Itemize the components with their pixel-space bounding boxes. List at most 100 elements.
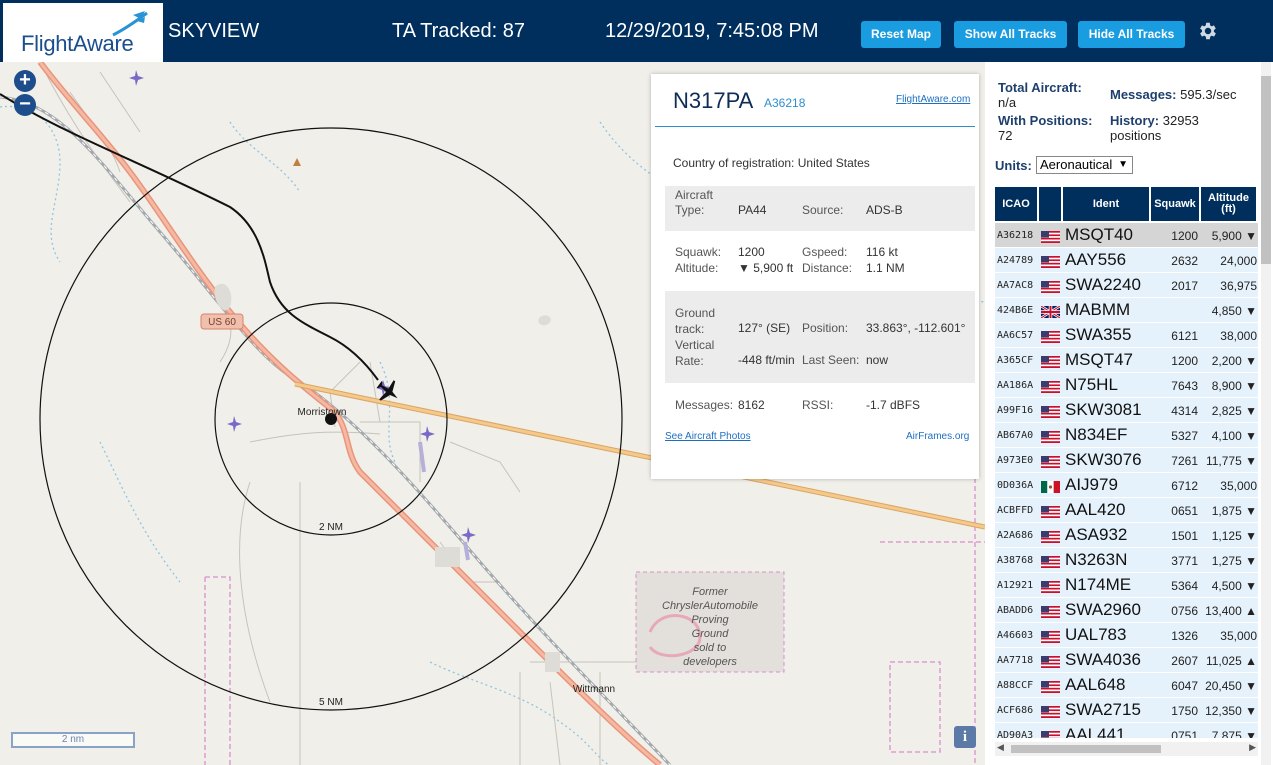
reset-map-button[interactable]: Reset Map bbox=[861, 21, 941, 48]
row-ident: SKW3076 bbox=[1065, 450, 1142, 469]
flightaware-link[interactable]: FlightAware.com bbox=[896, 94, 970, 105]
flag-mx-icon bbox=[1041, 480, 1060, 493]
selected-aircraft-track bbox=[0, 93, 379, 381]
table-row[interactable]: AD90A3 AAL441 0751 7,875 ▼ bbox=[995, 723, 1258, 738]
table-row[interactable]: A46603 UAL783 1326 35,000 bbox=[995, 623, 1258, 648]
row-squawk: 6047 bbox=[1171, 679, 1198, 693]
row-altitude: 11,775 ▼ bbox=[1205, 454, 1257, 468]
scroll-right-icon[interactable]: ▶ bbox=[1249, 742, 1256, 753]
row-ident: N174ME bbox=[1065, 575, 1132, 594]
hide-all-tracks-button[interactable]: Hide All Tracks bbox=[1078, 21, 1185, 48]
row-ident: AAL441 bbox=[1065, 725, 1126, 738]
row-ident: ASA932 bbox=[1065, 525, 1128, 544]
flag-us-icon bbox=[1041, 655, 1060, 668]
table-row[interactable]: A99F16 SKW3081 4314 2,825 ▼ bbox=[995, 398, 1258, 423]
flightaware-logo[interactable]: FlightAware bbox=[3, 3, 163, 62]
col-squawk[interactable]: Squawk bbox=[1151, 187, 1201, 221]
table-row[interactable]: AA6C57 SWA355 6121 38,000 bbox=[995, 323, 1258, 348]
row-altitude: 2,200 ▼ bbox=[1211, 354, 1257, 368]
row-icao: A973E0 bbox=[997, 455, 1034, 466]
col-ident[interactable]: Ident bbox=[1063, 187, 1151, 221]
row-altitude: 2,825 ▼ bbox=[1211, 404, 1257, 418]
flag-us-icon bbox=[1041, 255, 1060, 268]
messages-rate: Messages: 595.3/sec bbox=[1110, 87, 1237, 102]
aircraft-table-header: ICAO Ident Squawk Altitude (ft) bbox=[995, 187, 1258, 221]
row-altitude: 1,875 ▼ bbox=[1211, 504, 1257, 518]
col-icao[interactable]: ICAO bbox=[995, 187, 1039, 221]
flag-us-icon bbox=[1041, 405, 1060, 418]
row-squawk: 2632 bbox=[1171, 254, 1198, 268]
datetime: 12/29/2019, 7:45:08 PM bbox=[605, 20, 819, 42]
flag-us-icon bbox=[1041, 630, 1060, 643]
table-horizontal-scrollbar[interactable]: ◀ ▶ bbox=[995, 742, 1258, 756]
scrollbar-thumb[interactable] bbox=[1011, 745, 1161, 753]
row-icao: A365CF bbox=[997, 355, 1034, 366]
table-row[interactable]: ACBFFD AAL420 0651 1,875 ▼ bbox=[995, 498, 1258, 523]
flag-us-icon bbox=[1041, 330, 1060, 343]
row-squawk: 1200 bbox=[1171, 229, 1198, 243]
col-altitude[interactable]: Altitude (ft) bbox=[1201, 187, 1258, 221]
table-row[interactable]: A2A686 ASA932 1501 1,125 ▼ bbox=[995, 523, 1258, 548]
panel-scrollbar-thumb[interactable] bbox=[1261, 76, 1271, 264]
table-row[interactable]: A36218 MSQT40 1200 5,900 ▼ bbox=[995, 223, 1258, 248]
units-select[interactable]: Aeronautical ▼ bbox=[1036, 156, 1133, 174]
table-row[interactable]: 0D036A AIJ979 6712 35,000 bbox=[995, 473, 1258, 498]
row-icao: A38768 bbox=[997, 555, 1034, 566]
table-row[interactable]: ACF686 SWA2715 1750 12,350 ▼ bbox=[995, 698, 1258, 723]
row-icao: ABADD6 bbox=[997, 605, 1034, 616]
row-squawk: 0751 bbox=[1171, 729, 1198, 738]
row-ident: SWA2240 bbox=[1065, 275, 1141, 294]
row-squawk: 0756 bbox=[1171, 604, 1198, 618]
aircraft-hex-link[interactable]: A36218 bbox=[764, 96, 805, 110]
town-morristown: Morristown bbox=[298, 407, 347, 418]
table-row[interactable]: A973E0 SKW3076 7261 11,775 ▼ bbox=[995, 448, 1258, 473]
row-altitude: 4,500 ▼ bbox=[1211, 579, 1257, 593]
row-altitude: 8,900 ▼ bbox=[1211, 379, 1257, 393]
info-button[interactable]: i bbox=[954, 726, 976, 748]
zoom-out-button[interactable]: − bbox=[14, 94, 36, 116]
row-ident: MSQT40 bbox=[1065, 225, 1134, 244]
flag-uk-icon bbox=[1040, 304, 1061, 320]
row-altitude: 35,000 bbox=[1220, 629, 1257, 643]
total-aircraft: Total Aircraft: n/a bbox=[998, 80, 1082, 110]
chevron-down-icon: ▼ bbox=[1118, 159, 1128, 170]
row-altitude: 4,100 ▼ bbox=[1211, 429, 1257, 443]
flag-us-icon bbox=[1041, 355, 1060, 368]
row-squawk: 7261 bbox=[1171, 454, 1198, 468]
range-label-inner: 2 NM bbox=[319, 522, 343, 533]
table-row[interactable]: A12921 N174ME 5364 4,500 ▼ bbox=[995, 573, 1258, 598]
row-squawk: 0651 bbox=[1171, 504, 1198, 518]
aircraft-type-group: Aircraft Type: PA44 Source: ADS-B bbox=[665, 186, 975, 231]
row-icao: A99F16 bbox=[997, 405, 1034, 416]
row-ident: SWA2960 bbox=[1065, 600, 1141, 619]
table-row[interactable]: A88CCF AAL648 6047 20,450 ▼ bbox=[995, 673, 1258, 698]
row-icao: AA7AC8 bbox=[997, 280, 1034, 291]
table-row[interactable]: A38768 N3263N 3771 1,275 ▼ bbox=[995, 548, 1258, 573]
highway-label: US 60 bbox=[208, 317, 236, 328]
table-row[interactable]: A24789 AAY556 2632 24,000 bbox=[995, 248, 1258, 273]
table-row[interactable]: AB67A0 N834EF 5327 4,100 ▼ bbox=[995, 423, 1258, 448]
col-flag[interactable] bbox=[1039, 187, 1063, 221]
row-squawk: 2017 bbox=[1171, 279, 1198, 293]
app-name: SKYVIEW bbox=[168, 20, 260, 42]
gear-icon[interactable] bbox=[1197, 20, 1219, 42]
table-row[interactable]: ABADD6 SWA2960 0756 13,400 ▲ bbox=[995, 598, 1258, 623]
row-altitude: 12,350 ▼ bbox=[1205, 704, 1257, 718]
table-row[interactable]: 424B6E MABMM 4,850 ▼ bbox=[995, 298, 1258, 323]
aircraft-photos-link[interactable]: See Aircraft Photos bbox=[665, 431, 751, 442]
row-squawk: 1326 bbox=[1171, 629, 1198, 643]
scroll-left-icon[interactable]: ◀ bbox=[997, 742, 1004, 753]
logo-text: FlightAware bbox=[21, 31, 134, 56]
row-altitude: 7,875 ▼ bbox=[1211, 729, 1257, 738]
row-ident: AAL420 bbox=[1065, 500, 1126, 519]
table-row[interactable]: AA7AC8 SWA2240 2017 36,975 bbox=[995, 273, 1258, 298]
country-of-registration: Country of registration: United States bbox=[673, 156, 870, 170]
aircraft-table-body: A36218 MSQT40 1200 5,900 ▼ A24789 AAY556 2632 2… bbox=[995, 223, 1258, 738]
table-row[interactable]: A365CF MSQT47 1200 2,200 ▼ bbox=[995, 348, 1258, 373]
zoom-in-button[interactable]: + bbox=[14, 70, 36, 92]
show-all-tracks-button[interactable]: Show All Tracks bbox=[954, 21, 1067, 48]
airframes-link[interactable]: AirFrames.org bbox=[906, 431, 969, 442]
row-squawk: 3771 bbox=[1171, 554, 1198, 568]
table-row[interactable]: AA186A N75HL 7643 8,900 ▼ bbox=[995, 373, 1258, 398]
table-row[interactable]: AA7718 SWA4036 2607 11,025 ▲ bbox=[995, 648, 1258, 673]
